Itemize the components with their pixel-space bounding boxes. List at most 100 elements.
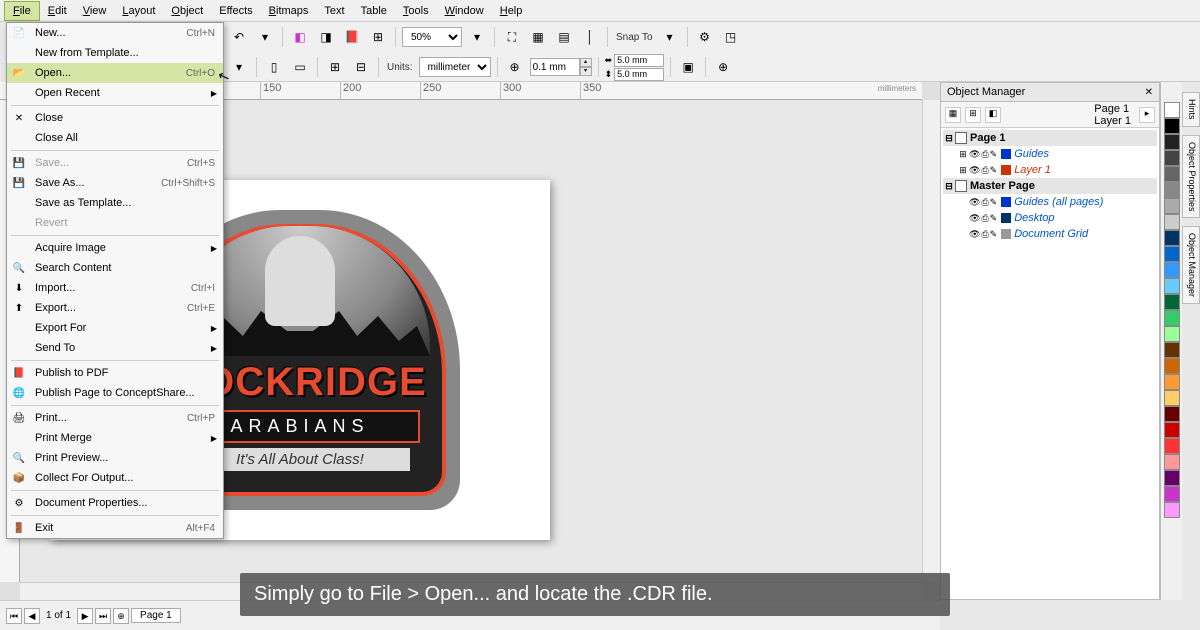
color-swatch[interactable]	[1164, 150, 1180, 166]
panel-title-bar[interactable]: Object Manager ✕	[941, 83, 1159, 102]
nudge-spinner[interactable]: ▴▾	[530, 58, 592, 76]
edit-icon[interactable]: ✎	[990, 197, 998, 208]
edit-icon[interactable]: ✎	[990, 149, 998, 160]
app-launcher-button[interactable]: ◳	[720, 26, 742, 48]
expand-icon[interactable]: ⊟	[943, 133, 955, 144]
layer-color-swatch[interactable]	[1001, 149, 1011, 159]
file-menu-export-for[interactable]: Export For▶	[7, 318, 223, 338]
color-swatch[interactable]	[1164, 118, 1180, 134]
options-button[interactable]: ⚙	[694, 26, 716, 48]
file-menu-print-merge[interactable]: Print Merge▶	[7, 428, 223, 448]
color-swatch[interactable]	[1164, 230, 1180, 246]
side-tab-object-manager[interactable]: Object Manager	[1182, 226, 1200, 304]
color-swatch[interactable]	[1164, 294, 1180, 310]
panel-menu-button[interactable]: ▸	[1139, 107, 1155, 123]
next-page-button[interactable]: ▶	[77, 608, 93, 624]
menu-edit[interactable]: Edit	[40, 2, 75, 20]
color-swatch[interactable]	[1164, 278, 1180, 294]
first-page-button[interactable]: ⏮	[6, 608, 22, 624]
menu-tools[interactable]: Tools	[395, 2, 437, 20]
color-swatch[interactable]	[1164, 358, 1180, 374]
color-swatch[interactable]	[1164, 182, 1180, 198]
orientation-portrait[interactable]: ▯	[263, 56, 285, 78]
file-menu-close[interactable]: ✕Close	[7, 108, 223, 128]
layer-mgr-button[interactable]: ◧	[985, 107, 1001, 123]
menu-table[interactable]: Table	[353, 2, 395, 20]
file-menu-new-from-template[interactable]: New from Template...	[7, 43, 223, 63]
file-menu-send-to[interactable]: Send To▶	[7, 338, 223, 358]
color-swatch[interactable]	[1164, 502, 1180, 518]
redo-button[interactable]: ▾	[254, 26, 276, 48]
tree-item[interactable]: ⊞👁⎙✎Guides	[943, 146, 1157, 162]
page-layout-button[interactable]: ⊞	[324, 56, 346, 78]
file-menu-close-all[interactable]: Close All	[7, 128, 223, 148]
visibility-icon[interactable]: 👁	[969, 229, 980, 240]
spin-down[interactable]: ▾	[580, 67, 592, 76]
color-swatch[interactable]	[1164, 262, 1180, 278]
color-swatch[interactable]	[1164, 454, 1180, 470]
file-menu-save-as-template[interactable]: Save as Template...	[7, 193, 223, 213]
snap-to-dropdown[interactable]: ▾	[659, 26, 681, 48]
print-icon[interactable]: ⎙	[981, 149, 988, 160]
print-icon[interactable]: ⎙	[981, 197, 988, 208]
tree-item[interactable]: ⊟Page 1	[943, 130, 1157, 146]
expand-icon[interactable]: ⊞	[957, 149, 969, 160]
import-button[interactable]: ◧	[289, 26, 311, 48]
file-menu-exit[interactable]: 🚪ExitAlt+F4	[7, 518, 223, 538]
layer-color-swatch[interactable]	[1001, 165, 1011, 175]
dropdown-1[interactable]: ▾	[228, 56, 250, 78]
color-swatch[interactable]	[1164, 470, 1180, 486]
tree-item[interactable]: 👁⎙✎Guides (all pages)	[943, 194, 1157, 210]
print-icon[interactable]: ⎙	[981, 213, 988, 224]
tree-item[interactable]: ⊞👁⎙✎Layer 1	[943, 162, 1157, 178]
file-menu-open[interactable]: 📂Open...Ctrl+O	[7, 63, 223, 83]
side-tab-hints[interactable]: Hints	[1182, 92, 1200, 127]
edit-icon[interactable]: ✎	[990, 213, 998, 224]
color-swatch[interactable]	[1164, 390, 1180, 406]
color-swatch[interactable]	[1164, 438, 1180, 454]
menu-layout[interactable]: Layout	[114, 2, 163, 20]
last-page-button[interactable]: ⏭	[95, 608, 111, 624]
show-props-button[interactable]: ▦	[945, 107, 961, 123]
color-swatch[interactable]	[1164, 102, 1180, 118]
print-icon[interactable]: ⎙	[981, 165, 988, 176]
print-icon[interactable]: ⎙	[981, 229, 988, 240]
menu-window[interactable]: Window	[437, 2, 492, 20]
edit-across-button[interactable]: ⊞	[965, 107, 981, 123]
color-swatch[interactable]	[1164, 326, 1180, 342]
tiling-button[interactable]: ⊞	[367, 26, 389, 48]
expand-icon[interactable]: ⊟	[943, 181, 955, 192]
prev-page-button[interactable]: ◀	[24, 608, 40, 624]
expand-icon[interactable]: ⊞	[957, 165, 969, 176]
units-combo[interactable]: millimeters	[419, 57, 491, 77]
full-screen-button[interactable]: ⛶	[501, 26, 523, 48]
color-swatch[interactable]	[1164, 310, 1180, 326]
menu-bitmaps[interactable]: Bitmaps	[261, 2, 317, 20]
tree-item[interactable]: 👁⎙✎Document Grid	[943, 226, 1157, 242]
color-swatch[interactable]	[1164, 422, 1180, 438]
color-swatch[interactable]	[1164, 198, 1180, 214]
layer-color-swatch[interactable]	[1001, 213, 1011, 223]
file-menu-new[interactable]: 📄New...Ctrl+N	[7, 23, 223, 43]
visibility-icon[interactable]: 👁	[969, 213, 980, 224]
show-guides-button[interactable]: │	[579, 26, 601, 48]
file-menu-search-content[interactable]: 🔍Search Content	[7, 258, 223, 278]
nudge-input[interactable]	[530, 58, 580, 76]
layer-color-swatch[interactable]	[1001, 197, 1011, 207]
edit-icon[interactable]: ✎	[990, 229, 998, 240]
color-swatch[interactable]	[1164, 134, 1180, 150]
color-swatch[interactable]	[1164, 214, 1180, 230]
color-swatch[interactable]	[1164, 374, 1180, 390]
side-tab-object-properties[interactable]: Object Properties	[1182, 135, 1200, 219]
file-menu-publish-page-to-conceptshare[interactable]: 🌐Publish Page to ConceptShare...	[7, 383, 223, 403]
color-swatch[interactable]	[1164, 166, 1180, 182]
tree-item[interactable]: ⊟Master Page	[943, 178, 1157, 194]
orientation-landscape[interactable]: ▭	[289, 56, 311, 78]
zoom-combo[interactable]: 50%	[402, 27, 462, 47]
zoom-dropdown[interactable]: ▾	[466, 26, 488, 48]
publish-pdf-button[interactable]: 📕	[341, 26, 363, 48]
file-menu-print[interactable]: 🖨Print...Ctrl+P	[7, 408, 223, 428]
page-layout-button-2[interactable]: ⊟	[350, 56, 372, 78]
undo-button[interactable]: ↶	[228, 26, 250, 48]
menu-file[interactable]: File	[4, 1, 40, 21]
